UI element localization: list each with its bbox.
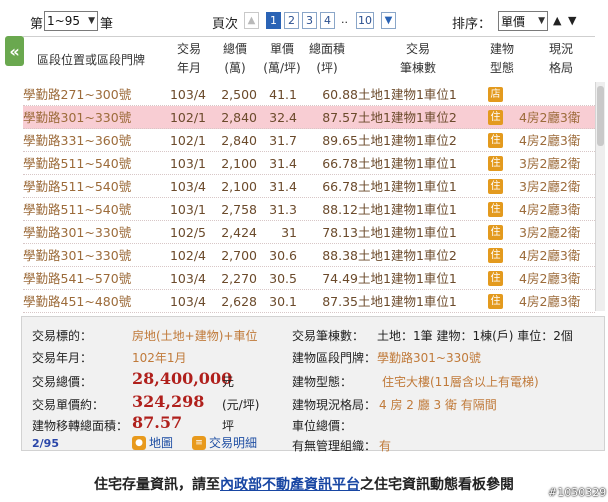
- layout-value: 4 房 2 廳 3 衛 有隔間: [379, 398, 497, 412]
- range-select-value: 1~95: [47, 14, 80, 28]
- building-type-label: 建物型態：: [292, 375, 353, 389]
- area-value: 87.57: [132, 413, 183, 432]
- target-value: 房地(土地+建物)+車位: [132, 329, 258, 343]
- range-suffix: 筆: [100, 17, 114, 32]
- building-type-badge: 住: [488, 156, 503, 171]
- building-type-badge: 住: [488, 202, 503, 217]
- sort-asc-icon[interactable]: ▲: [553, 14, 561, 27]
- date-label: 交易年月：: [32, 351, 93, 365]
- next-page-icon[interactable]: ▼: [381, 12, 396, 29]
- count-value: 土地：1筆 建物：1棟(戶) 車位：2個: [377, 329, 573, 343]
- building-type-badge: 住: [488, 133, 503, 148]
- table-row[interactable]: 學勤路511~540號 103/1 2,758 31.3 88.12 土地1建物…: [23, 198, 595, 221]
- page-4[interactable]: 4: [320, 12, 335, 29]
- table-row[interactable]: 學勤路301~330號 102/5 2,424 31 78.13 土地1建物1車…: [23, 221, 595, 244]
- page-label: 頁次: [212, 17, 239, 32]
- address-label: 建物區段門牌：: [292, 351, 377, 365]
- map-pin-icon: ●: [132, 435, 146, 450]
- table-row[interactable]: 學勤路511~540號 103/4 2,100 31.4 66.78 土地1建物…: [23, 175, 595, 198]
- area-unit: 坪: [222, 419, 235, 433]
- table-row[interactable]: 學勤路331~360號 102/1 2,840 31.7 89.65 土地1建物…: [23, 129, 595, 152]
- unit-price-value: 324,298: [132, 392, 205, 411]
- management-value: 有: [379, 439, 392, 453]
- header-area: 總面積 (坪): [308, 42, 345, 75]
- header-layout: 現況 格局: [548, 42, 573, 75]
- page-ellipsis: ..: [341, 13, 348, 26]
- address-value: 學勤路301~330號: [377, 351, 481, 365]
- building-type-badge: 店: [488, 87, 503, 102]
- building-type-badge: 住: [488, 248, 503, 263]
- header-road: 區段位置或區段門牌: [37, 53, 146, 67]
- sort-desc-icon[interactable]: ▼: [568, 14, 576, 27]
- layout-label: 建物現況格局：: [292, 398, 377, 412]
- range-prefix: 第: [30, 17, 44, 32]
- page-1[interactable]: 1: [266, 12, 281, 29]
- range-select[interactable]: 1~95 ▼: [44, 11, 98, 31]
- header-unit: 單價 (萬/坪): [263, 42, 301, 75]
- total-value: 28,400,000: [132, 369, 233, 388]
- total-unit: 元: [222, 375, 235, 389]
- detail-panel: 交易標的： 房地(土地+建物)+車位 交易年月： 102年1月 交易總價： 28…: [21, 316, 605, 453]
- target-label: 交易標的：: [32, 329, 93, 343]
- watermark: #1050329: [548, 486, 607, 499]
- building-type-value: 住宅大樓(11層含以上有電梯): [382, 375, 539, 389]
- header-type: 建物 型態: [489, 42, 514, 75]
- management-label: 有無管理組織：: [292, 439, 377, 453]
- transaction-detail-button[interactable]: ≡ 交易明細: [192, 434, 257, 451]
- building-type-badge: 住: [488, 294, 503, 309]
- table-row[interactable]: 學勤路271~300號 103/4 2,500 41.1 60.88 土地1建物…: [23, 83, 595, 106]
- sort-select[interactable]: 單價 ▼: [498, 11, 548, 31]
- table-scrollbar[interactable]: [595, 82, 605, 311]
- platform-link[interactable]: 內政部不動產資訊平台: [220, 477, 360, 493]
- scrollbar-thumb[interactable]: [597, 86, 604, 146]
- record-index: 2/95: [32, 437, 59, 450]
- toolbar: 第 1~95 ▼ 筆 頁次 ▲ 1 2 3 4 .. 10 ▼ 排序： 單價 ▼…: [0, 0, 608, 36]
- building-type-badge: 住: [488, 225, 503, 240]
- parking-price-label: 車位總價：: [292, 419, 353, 433]
- page-10[interactable]: 10: [356, 12, 374, 29]
- table-row[interactable]: 學勤路511~540號 103/1 2,100 31.4 66.78 土地1建物…: [23, 152, 595, 175]
- collapse-panel-icon[interactable]: «: [5, 36, 24, 66]
- unit-price-unit: (元/坪): [222, 398, 260, 412]
- table-row-selected[interactable]: 學勤路301~330號 102/1 2,840 32.4 87.57 土地1建物…: [23, 106, 595, 129]
- unit-price-label: 交易單價約：: [32, 398, 105, 412]
- chevron-down-icon: ▼: [88, 16, 95, 26]
- total-label: 交易總價：: [32, 375, 93, 389]
- sort-select-value: 單價: [501, 14, 526, 29]
- date-value: 102年1月: [132, 351, 187, 365]
- transaction-table: 區段位置或區段門牌 交易 年月 總價 (萬) 單價 (萬/坪) 總面積 (坪) 交易 筆棟…: [23, 36, 595, 313]
- header-total: 總價 (萬): [222, 42, 247, 75]
- page-3[interactable]: 3: [302, 12, 317, 29]
- building-type-badge: 住: [488, 110, 503, 125]
- page-2[interactable]: 2: [284, 12, 299, 29]
- count-label: 交易筆棟數：: [292, 329, 365, 343]
- prev-page-icon[interactable]: ▲: [244, 12, 259, 29]
- header-date: 交易 年月: [176, 42, 201, 75]
- header-count: 交易 筆棟數: [399, 42, 436, 75]
- map-button[interactable]: ● 地圖: [132, 434, 173, 451]
- footer-notice: 住宅存量資訊，請至內政部不動產資訊平台之住宅資訊動態看板參閱: [94, 477, 514, 493]
- chevron-down-icon: ▼: [538, 16, 545, 26]
- building-type-badge: 住: [488, 271, 503, 286]
- table-row[interactable]: 學勤路541~570號 103/4 2,270 30.5 74.49 土地1建物…: [23, 267, 595, 290]
- table-header: 區段位置或區段門牌 交易 年月 總價 (萬) 單價 (萬/坪) 總面積 (坪) 交易 筆棟…: [23, 37, 595, 83]
- sort-label: 排序：: [452, 17, 492, 32]
- table-row[interactable]: 學勤路451~480號 103/4 2,628 30.1 87.35 土地1建物…: [23, 290, 595, 313]
- list-icon: ≡: [192, 435, 206, 450]
- area-label: 建物移轉總面積：: [32, 419, 129, 433]
- building-type-badge: 住: [488, 179, 503, 194]
- table-row[interactable]: 學勤路301~330號 102/4 2,700 30.6 88.38 土地1建物…: [23, 244, 595, 267]
